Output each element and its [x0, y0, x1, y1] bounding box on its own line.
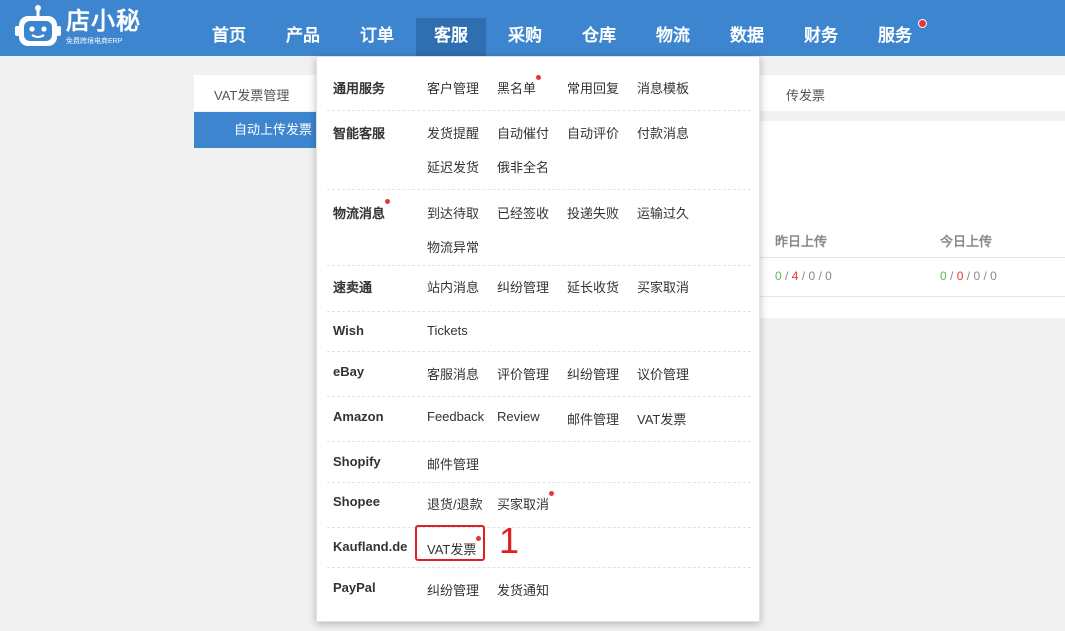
annotation-highlight-box [415, 525, 485, 561]
category-label: Kaufland.de [333, 539, 408, 554]
menu-item-shipping-reminder[interactable]: 发货提醒 [427, 123, 479, 142]
services-notification-dot [918, 19, 927, 28]
nav-warehouse[interactable]: 仓库 [570, 18, 628, 56]
menu-item-mail-management[interactable]: 邮件管理 [427, 454, 479, 473]
nav-customer-service[interactable]: 客服 [416, 18, 486, 56]
menu-item-feedback[interactable]: Feedback [427, 409, 484, 424]
nav-logistics[interactable]: 物流 [644, 18, 702, 56]
menu-item-russia-full-name[interactable]: 俄非全名 [497, 157, 549, 176]
today-count-failed: 0 [956, 269, 964, 283]
menu-item-site-messages[interactable]: 站内消息 [427, 277, 479, 296]
menu-item-message-templates[interactable]: 消息模板 [637, 78, 689, 97]
menu-item-delayed-shipping[interactable]: 延迟发货 [427, 157, 479, 176]
stats-panel: 昨日上传 今日上传 0 / 4 / 0 / 0 0 / 0 / 0 / 0 [759, 121, 1065, 318]
menu-item-arrived-pickup[interactable]: 到达待取 [427, 203, 479, 222]
brand-name: 店小秘 [66, 8, 141, 35]
category-label: Amazon [333, 409, 384, 424]
new-dot-icon [536, 75, 541, 80]
nav-services[interactable]: 服务 [866, 18, 924, 56]
category-label: 通用服务 [333, 81, 386, 96]
section-ebay: eBay 客服消息 评价管理 纠纷管理 议价管理 [327, 352, 751, 397]
menu-item-returns-refunds[interactable]: 退货/退款 [427, 494, 483, 513]
table-divider [759, 257, 1065, 258]
new-dot-icon [385, 199, 390, 204]
today-count-3: 0 [973, 269, 981, 283]
category-label: Shopify [333, 454, 381, 469]
yesterday-count-success: 0 [775, 269, 782, 283]
col-today-upload: 今日上传 [940, 234, 993, 249]
menu-item-dispute-management[interactable]: 纠纷管理 [567, 364, 619, 383]
category-label: Wish [333, 323, 364, 338]
section-aliexpress: 速卖通 站内消息 纠纷管理 延长收货 买家取消 [327, 266, 751, 312]
menu-item-buyer-cancel[interactable]: 买家取消 [637, 277, 689, 296]
category-label: eBay [333, 364, 365, 379]
nav-purchasing[interactable]: 采购 [496, 18, 554, 56]
customer-service-dropdown: 通用服务 客户管理 黑名单 常用回复 消息模板 智能客服 发货提醒 自动催付 自… [316, 56, 760, 622]
category-label: 速卖通 [333, 280, 373, 295]
category-label: PayPal [333, 580, 376, 595]
brand-logo[interactable]: 店小秘 免费跨境电商ERP [14, 4, 141, 50]
menu-item-payment-message[interactable]: 付款消息 [637, 123, 689, 142]
menu-item-buyer-cancel[interactable]: 买家取消 [497, 494, 549, 513]
category-label: Shopee [333, 494, 380, 509]
section-general-services: 通用服务 客户管理 黑名单 常用回复 消息模板 [327, 67, 751, 111]
menu-item-service-messages[interactable]: 客服消息 [427, 364, 479, 383]
section-amazon: Amazon Feedback Review 邮件管理 VAT发票 [327, 397, 751, 442]
menu-item-delivery-failed[interactable]: 投递失败 [567, 203, 619, 222]
menu-item-review[interactable]: Review [497, 409, 540, 424]
tab-upload-invoice[interactable]: 传发票 [786, 85, 825, 104]
section-logistics-messages: 物流消息 到达待取 已经签收 投递失败 运输过久 物流异常 [327, 190, 751, 266]
today-upload-counts: 0 / 0 / 0 / 0 [940, 269, 997, 283]
menu-item-offer-management[interactable]: 议价管理 [637, 364, 689, 383]
section-wish: Wish Tickets [327, 312, 751, 352]
section-paypal: PayPal 纠纷管理 发货通知 [327, 568, 751, 612]
menu-item-review-management[interactable]: 评价管理 [497, 364, 549, 383]
brand-tagline: 免费跨境电商ERP [66, 38, 123, 45]
col-yesterday-upload: 昨日上传 [775, 234, 828, 249]
today-count-4: 0 [990, 269, 997, 283]
yesterday-upload-counts: 0 / 4 / 0 / 0 [775, 269, 832, 283]
yesterday-count-3: 0 [808, 269, 816, 283]
menu-item-extend-receipt[interactable]: 延长收货 [567, 277, 619, 296]
section-kaufland: Kaufland.de VAT发票 [327, 528, 751, 568]
menu-item-dispute-management[interactable]: 纠纷管理 [497, 277, 549, 296]
menu-item-transit-too-long[interactable]: 运输过久 [637, 203, 689, 222]
menu-item-auto-review[interactable]: 自动评价 [567, 123, 619, 142]
menu-item-blacklist[interactable]: 黑名单 [497, 78, 536, 97]
menu-item-dispute-management[interactable]: 纠纷管理 [427, 580, 479, 599]
menu-item-vat-invoice[interactable]: VAT发票 [637, 409, 686, 428]
nav-orders[interactable]: 订单 [348, 18, 406, 56]
top-nav-bar: 店小秘 免费跨境电商ERP 首页 产品 订单 客服 采购 仓库 物流 数据 财务… [0, 0, 1065, 56]
menu-item-logistics-exception[interactable]: 物流异常 [427, 237, 479, 256]
menu-item-mail-management[interactable]: 邮件管理 [567, 409, 619, 428]
section-smart-service: 智能客服 发货提醒 自动催付 自动评价 付款消息 延迟发货 俄非全名 [327, 111, 751, 190]
table-divider [759, 296, 1065, 297]
yesterday-count-failed: 4 [791, 269, 799, 283]
sidebar-item-auto-upload-invoice[interactable]: 自动上传发票 [194, 112, 318, 148]
menu-item-signed[interactable]: 已经签收 [497, 203, 549, 222]
yesterday-count-4: 0 [825, 269, 832, 283]
category-label: 物流消息 [333, 206, 386, 221]
new-dot-icon [549, 491, 554, 496]
menu-item-customer-management[interactable]: 客户管理 [427, 78, 479, 97]
today-count-success: 0 [940, 269, 947, 283]
section-shopee: Shopee 退货/退款 买家取消 [327, 483, 751, 528]
nav-home[interactable]: 首页 [200, 18, 258, 56]
nav-products[interactable]: 产品 [274, 18, 332, 56]
menu-item-auto-payment-reminder[interactable]: 自动催付 [497, 123, 549, 142]
robot-logo-icon [14, 4, 62, 50]
menu-item-tickets[interactable]: Tickets [427, 323, 468, 338]
section-shopify: Shopify 邮件管理 [327, 442, 751, 483]
menu-item-shipping-notice[interactable]: 发货通知 [497, 580, 549, 599]
tab-vat-invoice-management[interactable]: VAT发票管理 [214, 85, 289, 104]
nav-finance[interactable]: 财务 [792, 18, 850, 56]
category-label: 智能客服 [333, 126, 386, 141]
nav-data[interactable]: 数据 [718, 18, 776, 56]
menu-item-common-replies[interactable]: 常用回复 [567, 78, 619, 97]
annotation-step-number: 1 [499, 520, 520, 561]
